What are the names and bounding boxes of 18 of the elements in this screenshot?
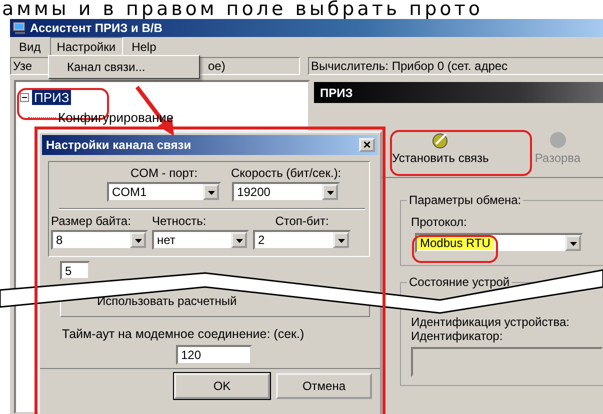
field-label: Идентификатор: — [411, 329, 504, 343]
field-label: Тайм-аут на модемное соединение: (сек.) — [62, 327, 306, 341]
field-label: Скорость (бит/сек.): — [231, 166, 342, 180]
field-label: COM - порт: — [130, 166, 198, 180]
field-label: Протокол: — [411, 215, 468, 229]
group-label: Состояние устрой — [407, 275, 512, 289]
field-label: Стоп-бит: — [275, 214, 329, 228]
status-text: ое) — [208, 59, 226, 73]
status-field: Вычислитель: Прибор 0 (сет. адрес — [308, 57, 603, 75]
status-text: Узе — [13, 59, 32, 73]
group-label: Параметры обмена: — [407, 193, 524, 207]
caption-text: аммы и в правом поле выбрать прото — [1, 0, 484, 19]
panel-header: ПРИЗ — [314, 82, 603, 103]
field-label: Размер байта: — [51, 214, 132, 228]
dialog-title: Настройки канала связи — [46, 138, 192, 152]
field-label: Четность: — [152, 214, 208, 228]
group-label: Идентификация устройства: — [411, 315, 570, 329]
window-title: Ассистент ПРИЗ и В/В — [30, 21, 162, 35]
